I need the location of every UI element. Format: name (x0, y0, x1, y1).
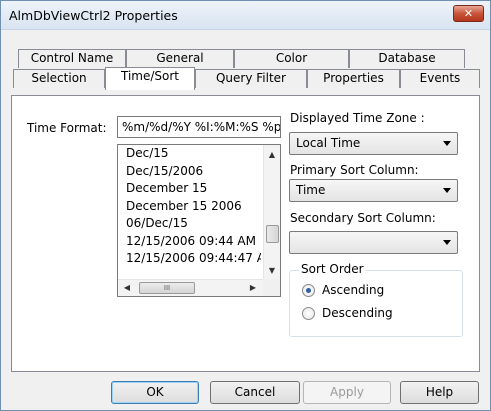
ascending-label[interactable]: Ascending (322, 283, 384, 297)
list-item[interactable]: 12/15/2006 09:44:47 A (118, 250, 261, 268)
scroll-right-icon[interactable]: ▶ (245, 280, 261, 296)
list-item[interactable]: 12/15/2006 09:44 AM (118, 233, 261, 251)
close-button[interactable]: ✕ (453, 5, 484, 22)
list-item[interactable]: December 15 (118, 180, 261, 198)
horizontal-scrollbar[interactable]: ◀ III ▶ (118, 279, 280, 296)
primary-sort-label: Primary Sort Column: (290, 163, 419, 177)
time-format-input[interactable]: %m/%d/%Y %I:%M:%S %p (117, 116, 281, 138)
chevron-down-icon (443, 188, 451, 193)
title-bar[interactable]: AlmDbViewCtrl2 Properties ✕ (1, 1, 490, 30)
tab-database[interactable]: Database (349, 49, 465, 68)
tab-query-filter[interactable]: Query Filter (195, 69, 307, 88)
ascending-radio[interactable] (302, 284, 315, 297)
descending-label[interactable]: Descending (322, 306, 393, 320)
time-zone-select[interactable]: Local Time (289, 132, 458, 155)
list-item[interactable]: Dec/15/2006 (118, 163, 261, 181)
primary-sort-value: Time (296, 183, 326, 197)
window-title: AlmDbViewCtrl2 Properties (9, 8, 178, 23)
chevron-down-icon (443, 240, 451, 245)
sort-order-group (289, 270, 463, 337)
secondary-sort-label: Secondary Sort Column: (290, 211, 436, 225)
secondary-sort-select[interactable] (289, 231, 458, 254)
tab-selection[interactable]: Selection (13, 69, 105, 88)
scroll-left-icon[interactable]: ◀ (119, 280, 135, 296)
apply-button[interactable]: Apply (303, 381, 391, 404)
ok-button[interactable]: OK (111, 381, 199, 404)
primary-sort-select[interactable]: Time (289, 179, 458, 202)
tab-events[interactable]: Events (400, 69, 480, 88)
time-format-label: Time Format: (27, 121, 107, 135)
scroll-up-icon[interactable]: ▲ (264, 147, 280, 163)
time-zone-value: Local Time (296, 136, 361, 150)
chevron-down-icon (443, 141, 451, 146)
vertical-scroll-thumb[interactable] (266, 225, 279, 243)
list-item[interactable]: Dec/15 (118, 145, 261, 163)
horizontal-scroll-thumb[interactable]: III (139, 282, 195, 294)
properties-dialog: AlmDbViewCtrl2 Properties ✕ Control Name… (0, 0, 491, 411)
sort-order-label: Sort Order (299, 262, 366, 276)
help-button[interactable]: Help (400, 381, 479, 404)
descending-radio[interactable] (302, 307, 315, 320)
scrollbar-corner (263, 279, 280, 296)
tab-color[interactable]: Color (234, 49, 349, 68)
tab-time-sort[interactable]: Time/Sort (105, 67, 195, 90)
cancel-button[interactable]: Cancel (210, 381, 300, 404)
tab-properties[interactable]: Properties (307, 69, 400, 88)
vertical-scrollbar[interactable]: ▲ ▼ (263, 145, 280, 279)
time-zone-label: Displayed Time Zone : (290, 111, 425, 125)
list-item[interactable]: December 15 2006 (118, 198, 261, 216)
tab-control-name[interactable]: Control Name (18, 49, 126, 68)
list-item[interactable]: 06/Dec/15 (118, 215, 261, 233)
tab-general[interactable]: General (126, 49, 234, 68)
time-format-listbox[interactable]: Dec/15 Dec/15/2006 December 15 December … (117, 144, 281, 297)
scroll-down-icon[interactable]: ▼ (264, 263, 280, 279)
